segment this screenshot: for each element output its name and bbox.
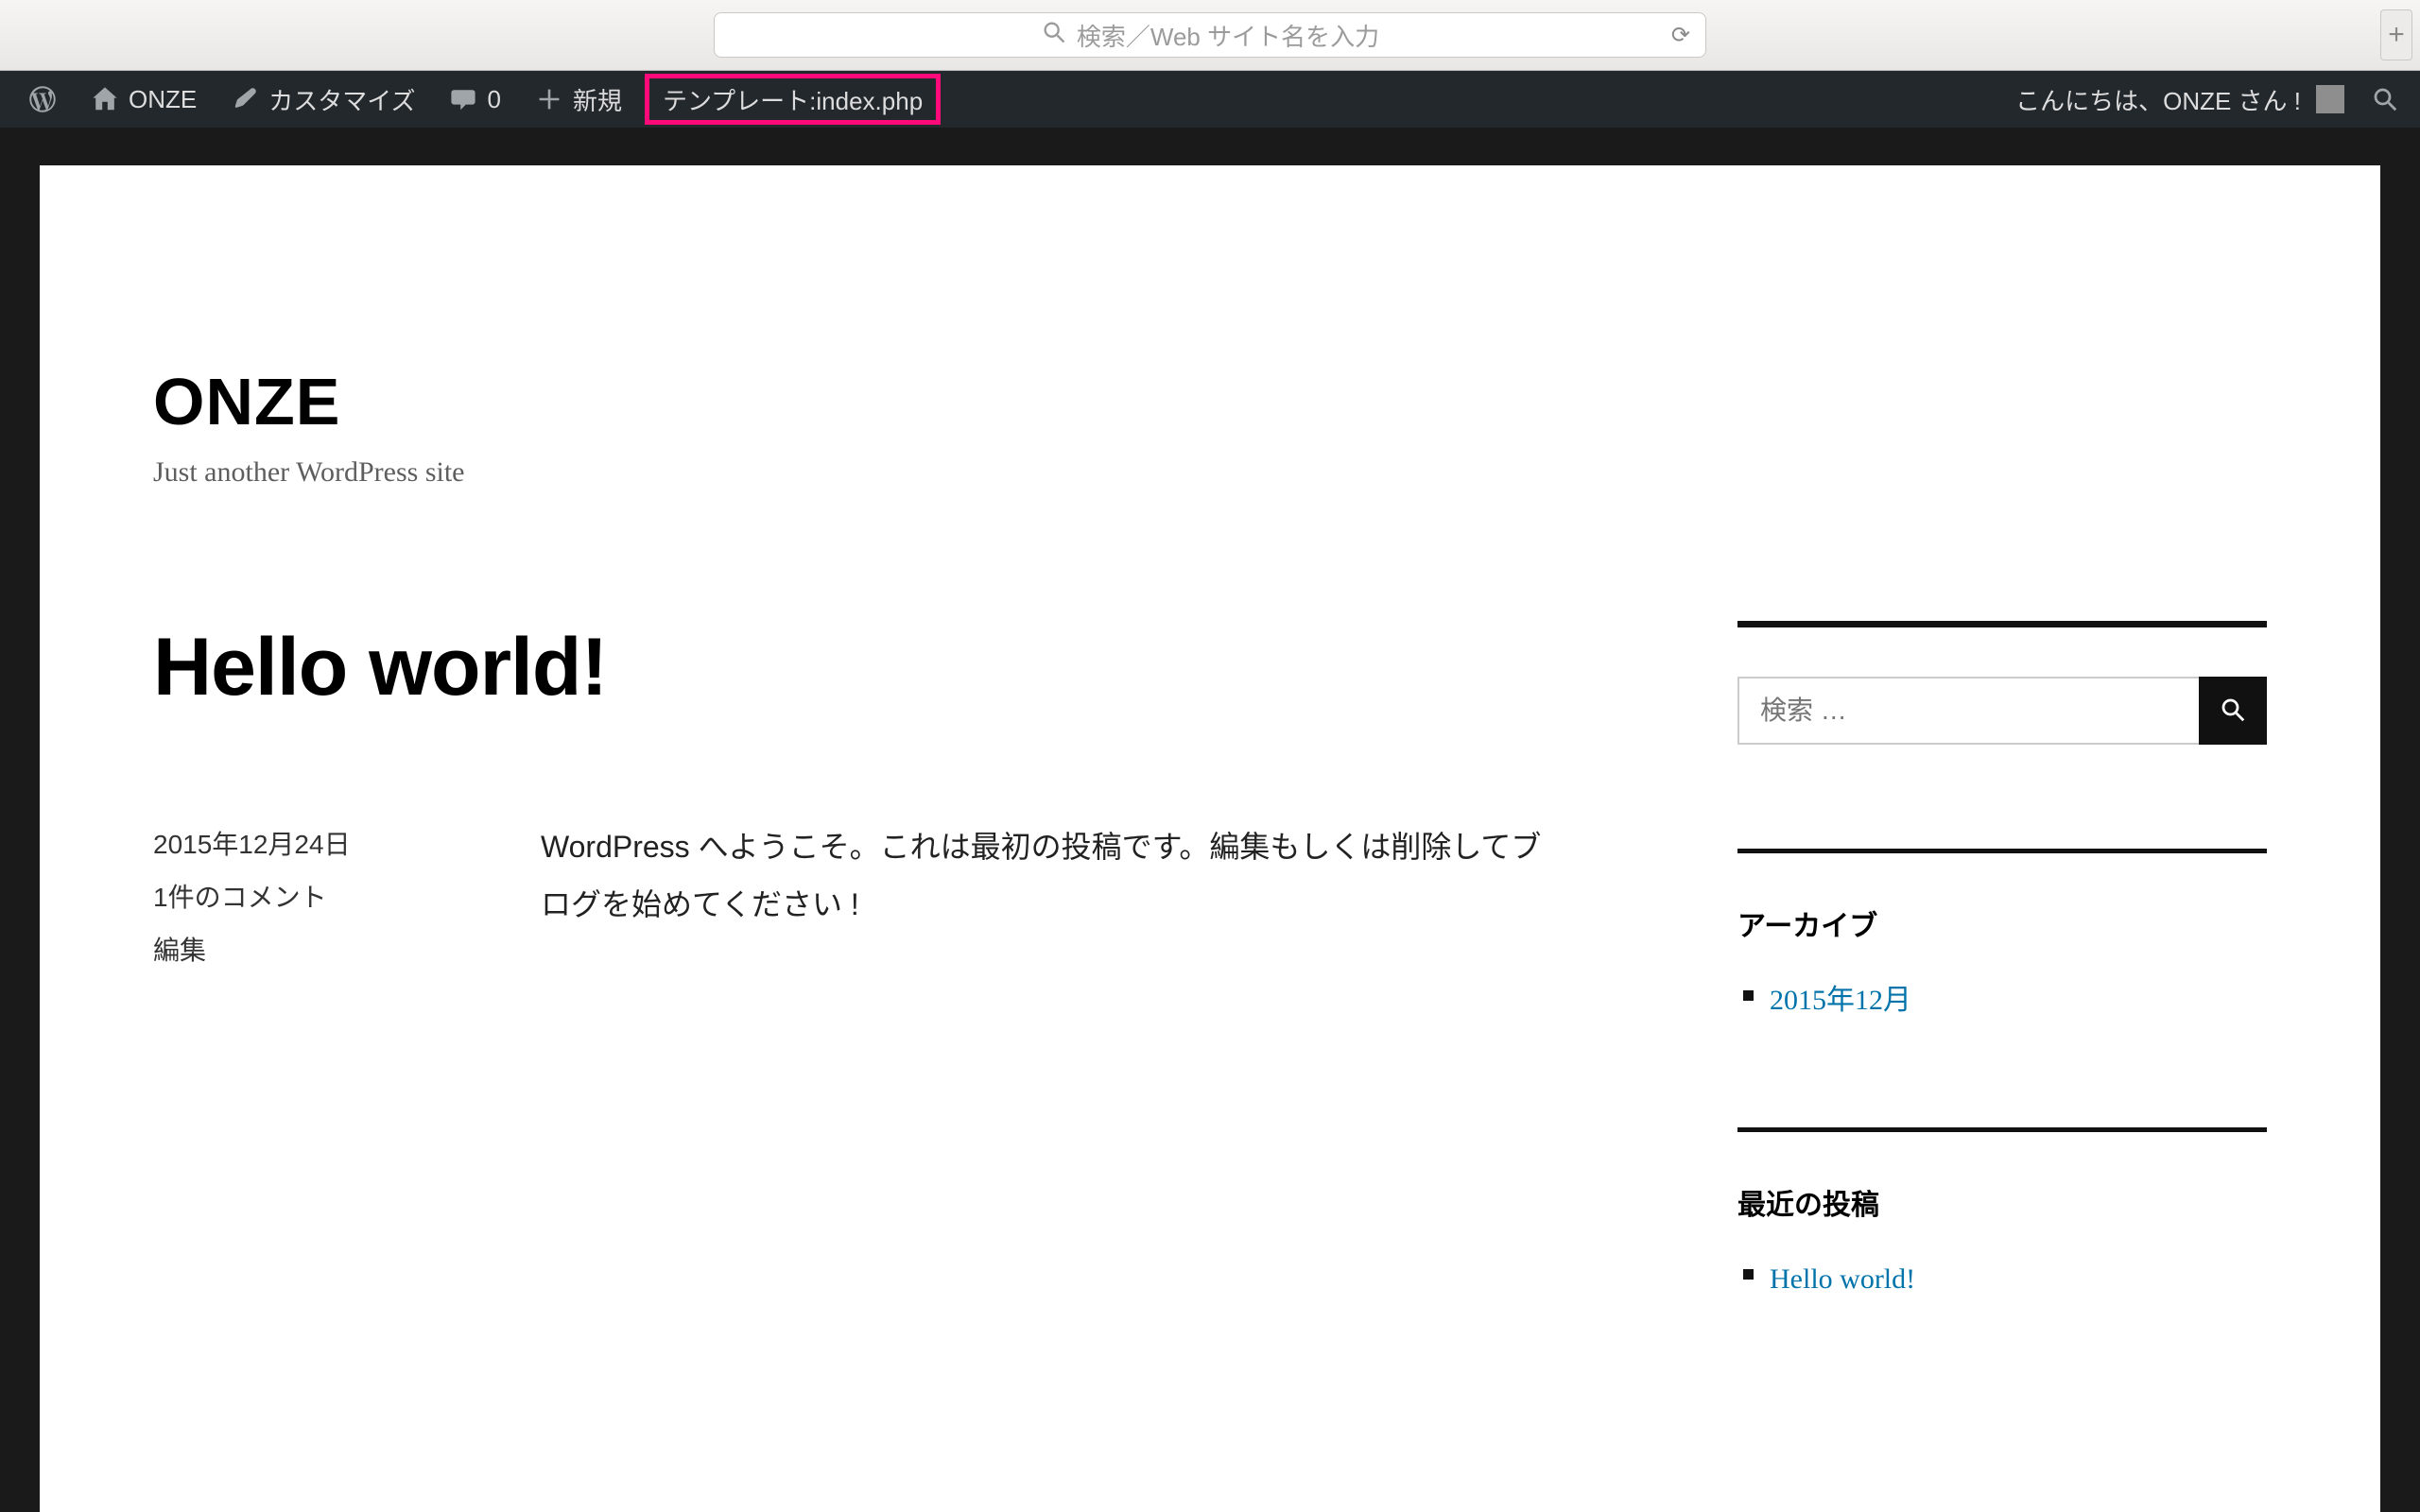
comments-count: 0 bbox=[487, 85, 500, 114]
post-edit-link[interactable]: 編集 bbox=[153, 924, 465, 977]
wp-logo[interactable] bbox=[11, 71, 74, 128]
wp-admin-bar: ONZE カスタマイズ 0 新規 テンプレート:index.php こんにちは、… bbox=[0, 71, 2420, 128]
archive-widget: アーカイブ 2015年12月 bbox=[1737, 849, 2267, 1023]
user-greeting[interactable]: こんにちは、ONZE さん ! bbox=[1998, 71, 2361, 128]
new-tab-button[interactable]: + bbox=[2380, 9, 2412, 60]
list-item: 2015年12月 bbox=[1743, 978, 2267, 1023]
address-bar[interactable]: 検索／Web サイト名を入力 ⟳ bbox=[714, 12, 1706, 58]
post-comments-link[interactable]: 1件のコメント bbox=[153, 871, 465, 924]
template-indicator-highlight: テンプレート:index.php bbox=[645, 74, 941, 125]
site-name-label: ONZE bbox=[129, 85, 197, 114]
search-button[interactable] bbox=[2199, 677, 2267, 745]
recent-posts-widget: 最近の投稿 Hello world! bbox=[1737, 1127, 2267, 1302]
recent-posts-title: 最近の投稿 bbox=[1737, 1181, 2267, 1223]
content-area: Hello world! 2015年12月24日 1件のコメント 編集 Word… bbox=[153, 621, 2267, 1406]
post-meta: 2015年12月24日 1件のコメント 編集 bbox=[153, 818, 465, 977]
archive-link[interactable]: 2015年12月 bbox=[1770, 985, 1911, 1016]
post-content: WordPress へようこそ。これは最初の投稿です。編集もしくは削除してブログ… bbox=[541, 818, 1567, 977]
search-icon bbox=[2371, 85, 2399, 113]
comment-icon bbox=[449, 85, 477, 113]
site-tagline: Just another WordPress site bbox=[153, 456, 2267, 489]
browser-toolbar: 検索／Web サイト名を入力 ⟳ + bbox=[0, 0, 2420, 71]
post-date[interactable]: 2015年12月24日 bbox=[153, 818, 465, 871]
avatar bbox=[2316, 85, 2344, 113]
sidebar: アーカイブ 2015年12月 最近の投稿 Hello world! bbox=[1737, 621, 2267, 1406]
post-body: 2015年12月24日 1件のコメント 編集 WordPress へようこそ。こ… bbox=[153, 818, 1567, 977]
search-widget bbox=[1737, 621, 2267, 745]
search-input[interactable] bbox=[1737, 677, 2199, 745]
adminbar-search[interactable] bbox=[2361, 71, 2409, 128]
widget-divider bbox=[1737, 849, 2267, 853]
recent-post-link[interactable]: Hello world! bbox=[1770, 1263, 1915, 1295]
widget-divider bbox=[1737, 621, 2267, 627]
reload-icon[interactable]: ⟳ bbox=[1671, 22, 1690, 49]
list-item: Hello world! bbox=[1743, 1257, 2267, 1302]
post-title[interactable]: Hello world! bbox=[153, 621, 1567, 714]
new-content-link[interactable]: 新規 bbox=[518, 71, 639, 128]
search-icon bbox=[1041, 19, 1067, 52]
wordpress-icon bbox=[28, 85, 57, 113]
archive-list: 2015年12月 bbox=[1743, 978, 2267, 1023]
site-title[interactable]: ONZE bbox=[153, 364, 2267, 439]
search-form bbox=[1737, 677, 2267, 745]
template-label: テンプレート:index.php bbox=[663, 82, 923, 117]
home-icon bbox=[91, 85, 119, 113]
plus-icon bbox=[535, 85, 563, 113]
archive-title: アーカイブ bbox=[1737, 902, 2267, 944]
new-label: 新規 bbox=[573, 82, 622, 117]
customize-label: カスタマイズ bbox=[268, 82, 415, 117]
recent-posts-list: Hello world! bbox=[1743, 1257, 2267, 1302]
main-column: Hello world! 2015年12月24日 1件のコメント 編集 Word… bbox=[153, 621, 1567, 1406]
comments-link[interactable]: 0 bbox=[432, 71, 517, 128]
site-link[interactable]: ONZE bbox=[74, 71, 214, 128]
page-background: ONZE Just another WordPress site Hello w… bbox=[0, 128, 2420, 1512]
customize-link[interactable]: カスタマイズ bbox=[214, 71, 432, 128]
widget-divider bbox=[1737, 1127, 2267, 1132]
site-header: ONZE Just another WordPress site bbox=[153, 165, 2267, 621]
address-placeholder: 検索／Web サイト名を入力 bbox=[1077, 18, 1379, 53]
brush-icon bbox=[231, 85, 259, 113]
search-icon bbox=[2219, 696, 2247, 727]
site-container: ONZE Just another WordPress site Hello w… bbox=[40, 165, 2380, 1512]
greeting-text: こんにちは、ONZE さん ! bbox=[2015, 82, 2301, 117]
